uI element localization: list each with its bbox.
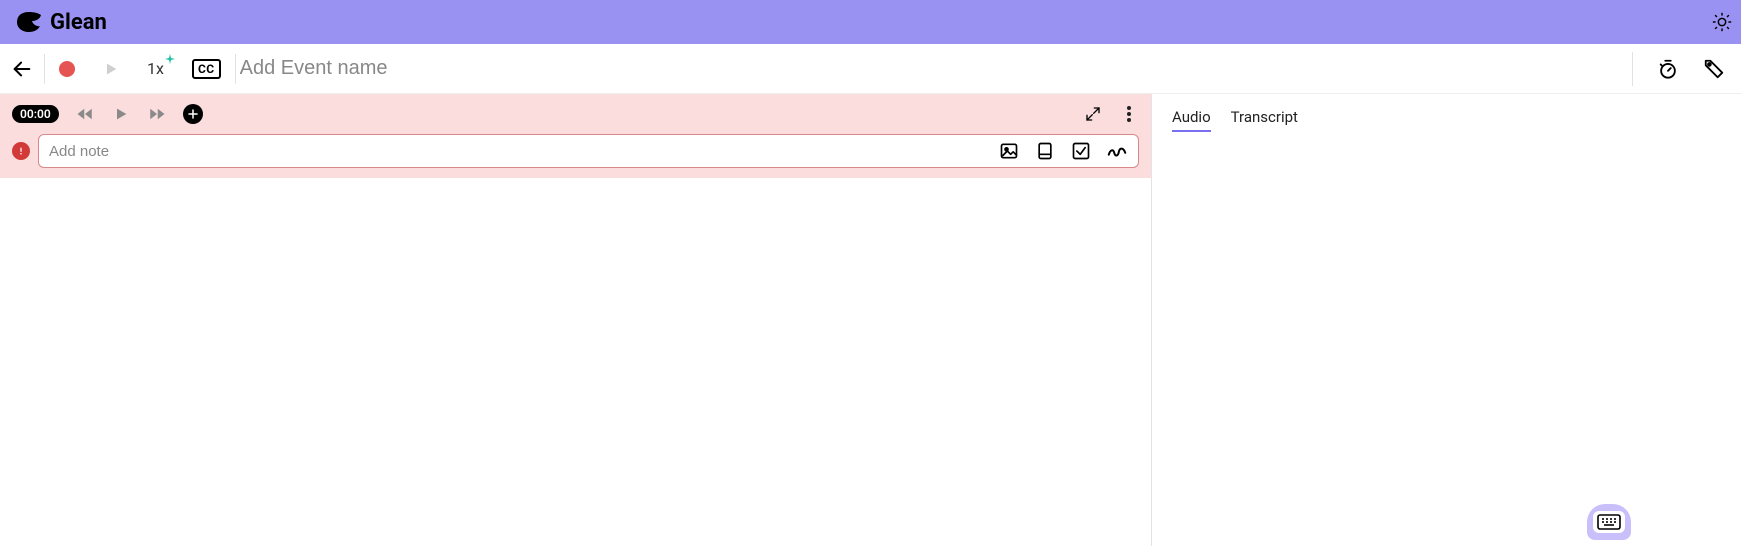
time-indicator: 00:00 bbox=[12, 105, 59, 123]
keyboard-icon bbox=[1593, 511, 1625, 533]
fast-forward-button[interactable] bbox=[147, 104, 167, 124]
card-icon bbox=[1035, 141, 1055, 161]
stopwatch-icon bbox=[1657, 58, 1679, 80]
warning-badge[interactable] bbox=[12, 142, 30, 160]
checkbox-icon bbox=[1071, 141, 1091, 161]
arrow-left-icon bbox=[11, 58, 33, 80]
brand-name: Glean bbox=[50, 10, 107, 35]
recording-area: 00:00 bbox=[0, 94, 1151, 178]
side-tabs: Audio Transcript bbox=[1172, 108, 1721, 132]
expand-icon bbox=[1085, 106, 1101, 122]
note-input-container bbox=[38, 134, 1139, 168]
add-card-button[interactable] bbox=[1034, 140, 1056, 162]
main-toolbar: 1x CC bbox=[0, 44, 1741, 94]
main-pane: 00:00 bbox=[0, 94, 1151, 546]
add-task-button[interactable] bbox=[1070, 140, 1092, 162]
tag-button[interactable] bbox=[1703, 58, 1725, 80]
tag-icon bbox=[1703, 58, 1725, 80]
play-button[interactable] bbox=[89, 44, 133, 93]
playback-speed[interactable]: 1x bbox=[133, 44, 178, 93]
side-panel: Audio Transcript bbox=[1151, 94, 1741, 546]
tab-transcript[interactable]: Transcript bbox=[1231, 108, 1298, 132]
plus-icon bbox=[187, 108, 199, 120]
glean-logo-icon bbox=[16, 11, 42, 33]
rewind-icon bbox=[76, 105, 94, 123]
app-header: Glean bbox=[0, 0, 1741, 44]
add-scribble-button[interactable] bbox=[1106, 140, 1128, 162]
body: 00:00 bbox=[0, 94, 1741, 546]
player-controls: 00:00 bbox=[12, 100, 1139, 128]
sparkle-icon bbox=[164, 53, 176, 65]
timer-button[interactable] bbox=[1657, 58, 1679, 80]
rewind-button[interactable] bbox=[75, 104, 95, 124]
note-tools bbox=[998, 140, 1128, 162]
fast-forward-icon bbox=[148, 105, 166, 123]
kebab-icon bbox=[1127, 106, 1131, 122]
tab-audio[interactable]: Audio bbox=[1172, 108, 1211, 132]
record-icon bbox=[59, 61, 75, 77]
play-icon bbox=[103, 61, 119, 77]
cc-icon: CC bbox=[192, 59, 221, 79]
brand-logo[interactable]: Glean bbox=[16, 10, 107, 35]
assistant-widget[interactable] bbox=[1587, 504, 1631, 540]
scribble-icon bbox=[1106, 140, 1128, 162]
event-name-input[interactable] bbox=[236, 57, 1616, 80]
image-icon bbox=[999, 141, 1019, 161]
exclamation-icon bbox=[16, 146, 26, 156]
divider bbox=[1632, 52, 1633, 86]
play-button-small[interactable] bbox=[111, 104, 131, 124]
sun-icon bbox=[1711, 11, 1733, 33]
record-button[interactable] bbox=[45, 44, 89, 93]
theme-toggle[interactable] bbox=[1711, 11, 1733, 33]
add-image-button[interactable] bbox=[998, 140, 1020, 162]
add-marker-button[interactable] bbox=[183, 104, 203, 124]
speed-label: 1x bbox=[147, 59, 164, 78]
more-menu-button[interactable] bbox=[1119, 104, 1139, 124]
toolbar-right-group bbox=[1616, 44, 1741, 93]
captions-toggle[interactable]: CC bbox=[178, 44, 235, 93]
expand-button[interactable] bbox=[1083, 104, 1103, 124]
note-row bbox=[12, 134, 1139, 168]
note-input[interactable] bbox=[49, 143, 998, 160]
play-icon bbox=[113, 106, 129, 122]
back-button[interactable] bbox=[0, 58, 44, 80]
